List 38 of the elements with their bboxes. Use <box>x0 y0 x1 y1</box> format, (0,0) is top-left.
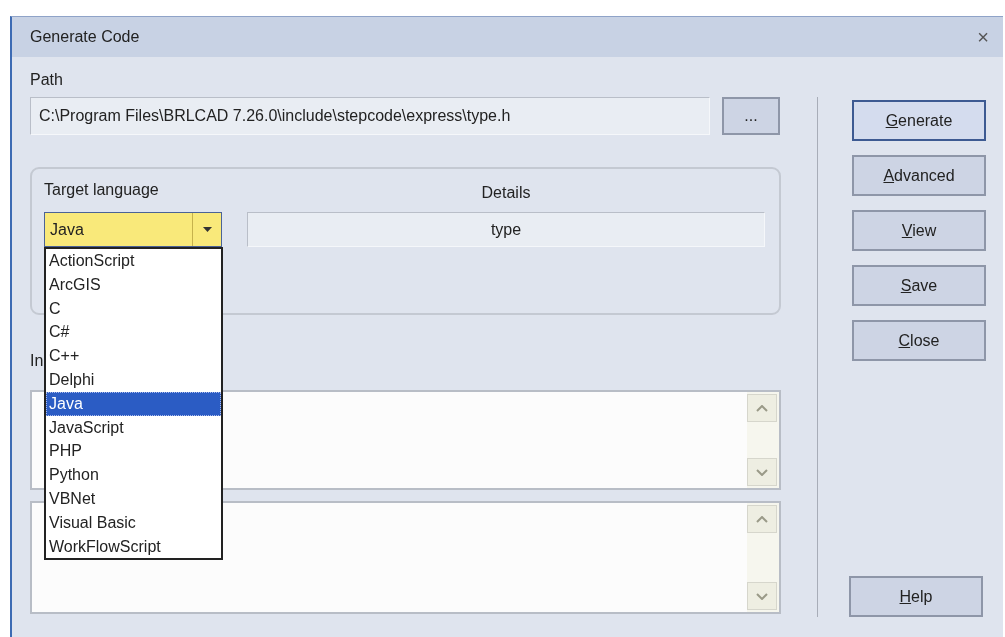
language-option[interactable]: C++ <box>46 344 221 368</box>
chevron-down-icon <box>756 468 768 476</box>
path-label: Path <box>30 71 63 89</box>
language-option[interactable]: C# <box>46 320 221 345</box>
language-option[interactable]: Python <box>46 463 221 487</box>
chevron-up-icon <box>756 404 768 412</box>
details-field: type <box>247 212 765 247</box>
language-option[interactable]: JavaScript <box>46 415 221 440</box>
dialog-button[interactable]: Advanced <box>852 155 986 196</box>
language-option[interactable]: Visual Basic <box>46 510 221 535</box>
details-label: Details <box>481 184 531 203</box>
browse-button[interactable]: ... <box>722 97 780 135</box>
chevron-up-icon <box>756 515 768 523</box>
dialog-button[interactable]: Close <box>852 320 986 361</box>
scroll-down-button[interactable] <box>747 582 777 610</box>
dialog-button[interactable]: Save <box>852 265 986 306</box>
language-option[interactable]: PHP <box>46 439 221 464</box>
language-dropdown[interactable]: Java <box>44 212 222 247</box>
scroll-up-button[interactable] <box>747 505 777 533</box>
language-option[interactable]: VBNet <box>46 486 221 511</box>
language-option[interactable]: Java <box>46 391 221 416</box>
target-language-label: Target language <box>44 181 159 200</box>
scroll-down-button[interactable] <box>747 458 777 486</box>
dialog-button[interactable]: Generate <box>852 100 986 141</box>
chevron-down-icon <box>756 592 768 600</box>
dialog-button[interactable]: View <box>852 210 986 251</box>
dropdown-arrow-icon <box>202 227 212 232</box>
language-option[interactable]: Delphi <box>46 368 221 392</box>
language-option[interactable]: ActionScript <box>46 249 221 273</box>
language-option[interactable]: C <box>46 296 221 321</box>
language-option[interactable]: ArcGIS <box>46 272 221 297</box>
close-button[interactable]: × <box>973 25 993 49</box>
help-button[interactable]: Help <box>849 576 983 617</box>
language-option[interactable]: WorkFlowScript <box>46 534 221 559</box>
path-field[interactable]: C:\Program Files\BRLCAD 7.26.0\include\stepcode\express\type.h <box>30 97 710 135</box>
window-title: Generate Code <box>30 28 140 46</box>
scroll-up-button[interactable] <box>747 394 777 422</box>
section-label: In <box>30 352 44 370</box>
